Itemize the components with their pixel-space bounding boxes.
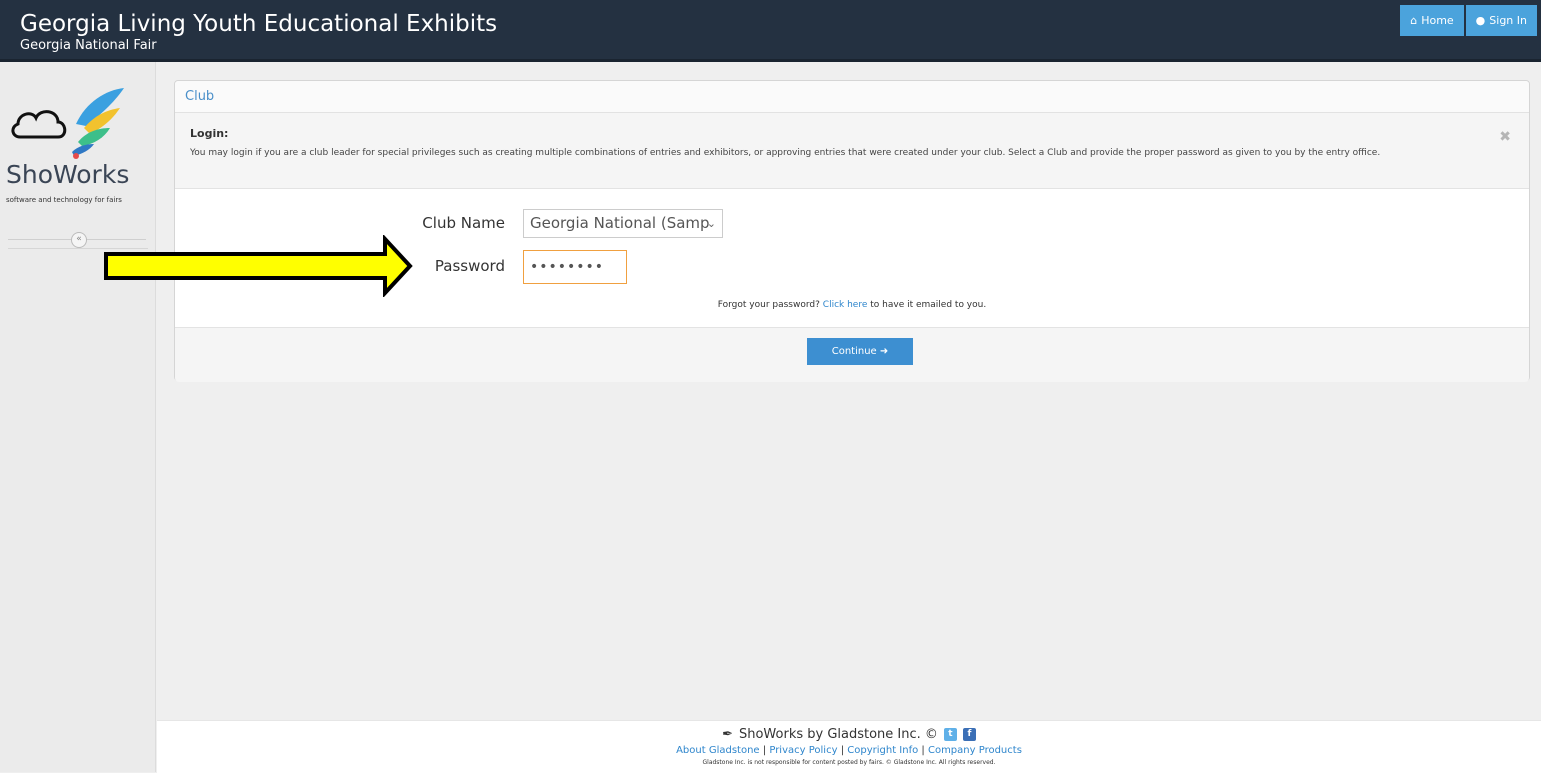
footer-brand-text: ShoWorks by Gladstone Inc. © bbox=[738, 727, 938, 742]
forgot-password-link[interactable]: Click here bbox=[823, 300, 868, 310]
home-button[interactable]: ⌂ Home bbox=[1400, 5, 1464, 36]
facebook-icon[interactable]: f bbox=[962, 728, 976, 741]
collapse-sidebar-icon[interactable]: « bbox=[71, 232, 87, 248]
top-nav: ⌂ Home ● Sign In bbox=[1398, 5, 1537, 36]
sign-in-button[interactable]: ● Sign In bbox=[1465, 5, 1537, 36]
brand-name: ShoWorks bbox=[6, 160, 130, 189]
top-header: Georgia Living Youth Educational Exhibit… bbox=[0, 0, 1541, 62]
footer-link-privacy[interactable]: Privacy Policy bbox=[769, 745, 837, 756]
forgot-prefix: Forgot your password? bbox=[717, 300, 820, 310]
club-name-value: Georgia National (Samp bbox=[530, 214, 710, 232]
club-login-panel: Club Login: You may login if you are a c… bbox=[174, 80, 1530, 382]
showorks-logo: ShoWorks software and technology for fai… bbox=[6, 82, 152, 222]
chevron-down-icon: ⌄ bbox=[706, 217, 716, 230]
twitter-icon[interactable]: t bbox=[943, 728, 957, 741]
footer-links: About Gladstone | Privacy Policy | Copyr… bbox=[676, 745, 1022, 756]
panel-footer: Continue ➜ bbox=[175, 327, 1529, 382]
alert-text: You may login if you are a club leader f… bbox=[190, 148, 1381, 158]
arrow-right-icon: ➜ bbox=[879, 346, 889, 357]
password-field[interactable]: •••••••• bbox=[523, 250, 627, 284]
footer-link-about[interactable]: About Gladstone bbox=[676, 745, 760, 756]
forgot-password-text: Forgot your password? Click here to have… bbox=[175, 300, 1529, 310]
footer-link-products[interactable]: Company Products bbox=[928, 745, 1022, 756]
alert-title: Login: bbox=[190, 127, 229, 140]
site-title: Georgia Living Youth Educational Exhibit… bbox=[20, 11, 498, 37]
footer-brand-line: ✒ ShoWorks by Gladstone Inc. © t f bbox=[157, 727, 1541, 742]
site-subtitle: Georgia National Fair bbox=[20, 38, 157, 53]
user-icon: ● bbox=[1475, 14, 1486, 27]
feather-icon: ✒ bbox=[722, 727, 733, 742]
close-icon[interactable]: ✖ bbox=[1499, 129, 1511, 145]
panel-heading: Club bbox=[175, 81, 1529, 113]
home-label: Home bbox=[1421, 14, 1454, 27]
login-info-alert: Login: You may login if you are a club l… bbox=[175, 113, 1529, 189]
footer-disclaimer: Gladstone Inc. is not responsible for co… bbox=[702, 759, 996, 766]
brand-tagline: software and technology for fairs bbox=[6, 196, 122, 204]
club-name-select[interactable]: Georgia National (Samp ⌄ bbox=[523, 209, 723, 238]
sidebar: ShoWorks software and technology for fai… bbox=[0, 62, 156, 772]
forgot-suffix: to have it emailed to you. bbox=[870, 300, 987, 310]
home-icon: ⌂ bbox=[1410, 14, 1418, 27]
logo-graphic-icon bbox=[11, 88, 124, 159]
continue-button[interactable]: Continue ➜ bbox=[807, 338, 913, 365]
page-footer: ✒ ShoWorks by Gladstone Inc. © t f About… bbox=[157, 720, 1541, 773]
continue-label: Continue bbox=[831, 346, 877, 357]
sign-in-label: Sign In bbox=[1489, 14, 1527, 27]
club-name-label: Club Name bbox=[422, 214, 505, 232]
annotation-arrow-icon bbox=[104, 235, 413, 297]
footer-link-copyright[interactable]: Copyright Info bbox=[847, 745, 918, 756]
